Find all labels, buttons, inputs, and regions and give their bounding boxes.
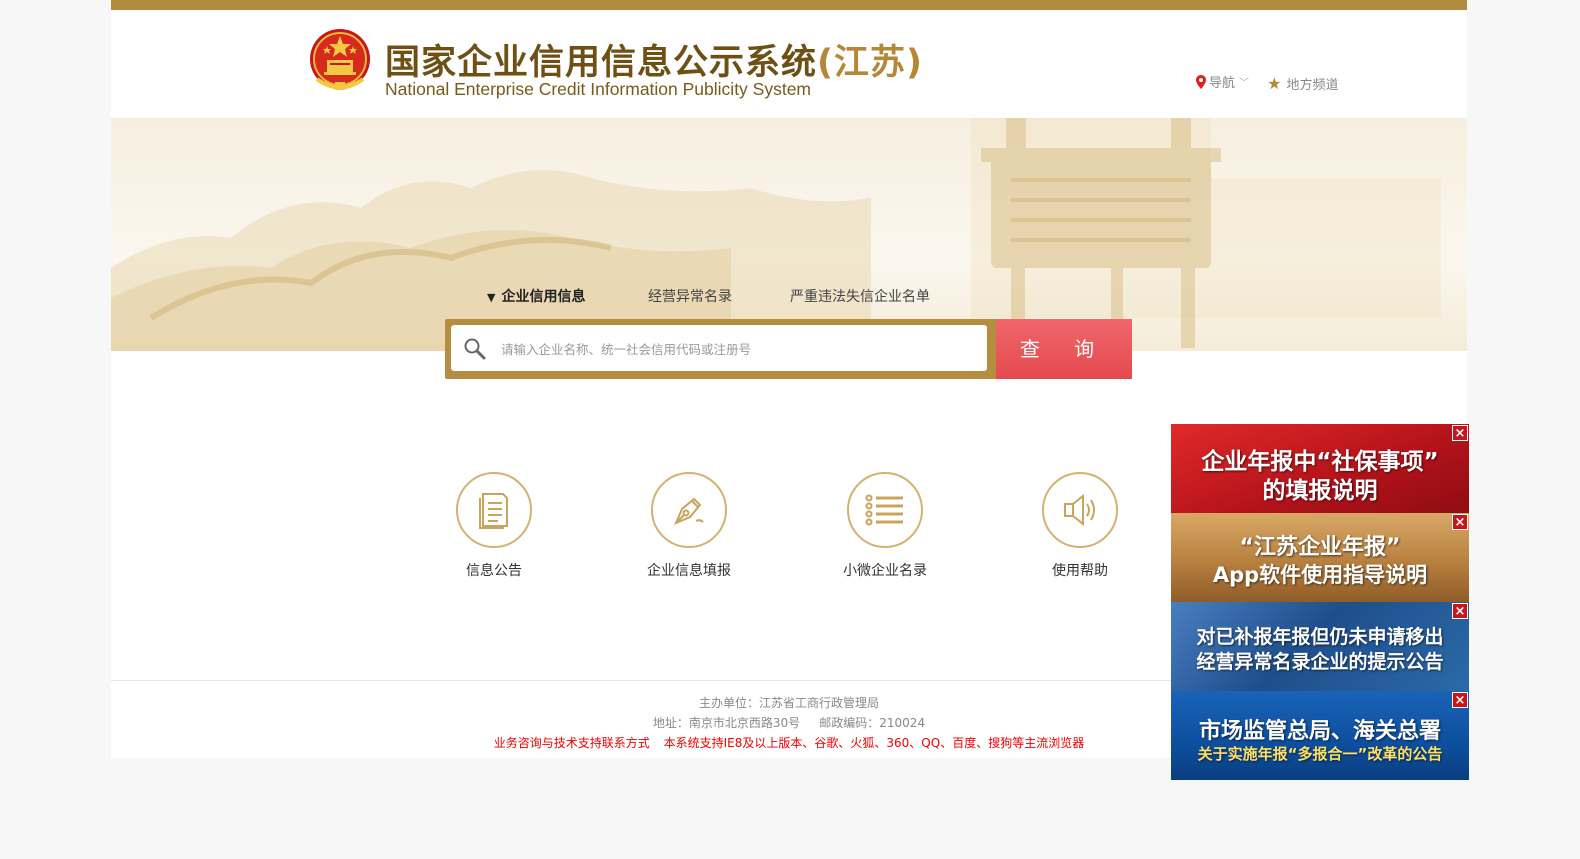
footer-postcode: 邮政编码：210024	[819, 716, 926, 730]
ad-multi-report-reform[interactable]: 市场监管总局、海关总署 关于实施年报“多报合一”改革的公告 ×	[1171, 691, 1469, 780]
ad-title-line2: App软件使用指导说明	[1212, 563, 1428, 587]
quick-link-info-notice[interactable]: 信息公告	[434, 472, 554, 580]
tab-enterprise-credit[interactable]: ▼ 企业信用信息	[487, 286, 585, 306]
search-input[interactable]	[499, 333, 973, 365]
tab-serious-violation-list[interactable]: 严重违法失信企业名单	[790, 286, 930, 306]
quick-link-label: 企业信息填报	[647, 563, 731, 579]
location-pin-icon	[1196, 74, 1206, 89]
close-icon[interactable]: ×	[1452, 514, 1468, 530]
close-icon[interactable]: ×	[1452, 425, 1468, 441]
search-button[interactable]: 查 询	[996, 319, 1132, 379]
quick-link-label: 信息公告	[466, 563, 522, 579]
quick-link-label: 使用帮助	[1052, 563, 1108, 579]
search-field-wrapper	[451, 325, 987, 371]
quick-link-circle	[651, 472, 727, 548]
quick-link-info-filing[interactable]: 企业信息填报	[629, 472, 749, 580]
search-icon	[464, 338, 486, 360]
nav-dropdown[interactable]: 导航 ﹀	[1196, 72, 1249, 91]
close-icon[interactable]: ×	[1452, 692, 1468, 708]
quick-link-circle	[456, 472, 532, 548]
tab-label: 企业信用信息	[501, 289, 586, 305]
local-channel-link[interactable]: ★ 地方频道	[1267, 74, 1338, 93]
ad-title-line2: 经营异常名录企业的提示公告	[1196, 651, 1444, 673]
header-links: 导航 ﹀ ★ 地方频道	[1196, 72, 1353, 93]
quick-link-circle	[1042, 472, 1118, 548]
browser-note: 本系统支持IE8及以上版本、谷歌、火狐、360、QQ、百度、搜狗等主流浏览器	[663, 736, 1085, 750]
great-wall-illustration	[111, 118, 1441, 351]
side-ad-panel: 企业年报中“社保事项” 的填报说明 × “江苏企业年报” App软件使用指导说明…	[1171, 424, 1469, 780]
tab-abnormal-list[interactable]: 经营异常名录	[648, 286, 732, 306]
close-icon[interactable]: ×	[1452, 603, 1468, 619]
ad-title-line1: “江苏企业年报”	[1239, 535, 1401, 560]
footer-address: 地址：南京市北京西路30号	[652, 716, 801, 730]
top-gold-bar	[111, 0, 1467, 10]
site-title: 国家企业信用信息公示系统(江苏)	[385, 43, 924, 83]
national-emblem-icon	[310, 29, 370, 90]
quick-link-label: 小微企业名录	[843, 563, 927, 579]
ad-jiangsu-app-guide[interactable]: “江苏企业年报” App软件使用指导说明 ×	[1171, 513, 1469, 602]
ad-abnormal-list-notice[interactable]: 对已补报年报但仍未申请移出 经营异常名录企业的提示公告 ×	[1171, 602, 1469, 691]
document-icon	[479, 493, 508, 529]
local-channel-label: 地方频道	[1286, 77, 1339, 93]
banner-background	[111, 118, 1467, 351]
search-box	[445, 319, 997, 379]
ad-title-line1: 对已补报年报但仍未申请移出	[1196, 626, 1444, 648]
ad-title-line2: 的填报说明	[1262, 478, 1378, 504]
province-label: (江苏)	[817, 43, 924, 83]
ad-social-security-filing[interactable]: 企业年报中“社保事项” 的填报说明 ×	[1171, 424, 1469, 513]
ad-title-line1: 市场监管总局、海关总署	[1198, 719, 1441, 744]
nav-label: 导航	[1209, 76, 1236, 91]
quick-link-circle	[847, 472, 923, 548]
support-contact-link[interactable]: 业务咨询与技术支持联系方式	[494, 736, 650, 750]
pen-icon	[674, 497, 704, 525]
ad-title-line2: 关于实施年报“多报合一”改革的公告	[1197, 745, 1443, 763]
caret-down-icon: ▼	[487, 291, 496, 304]
quick-link-help[interactable]: 使用帮助	[1020, 472, 1140, 580]
quick-link-small-enterprise[interactable]: 小微企业名录	[825, 472, 945, 580]
site-title-en: National Enterprise Credit Information P…	[385, 79, 812, 99]
chevron-down-icon: ﹀	[1239, 78, 1250, 89]
star-icon: ★	[1267, 73, 1282, 93]
speaker-icon	[1064, 493, 1095, 527]
list-icon	[865, 494, 903, 526]
header: 国家企业信用信息公示系统(江苏) National Enterprise Cre…	[111, 10, 1467, 118]
